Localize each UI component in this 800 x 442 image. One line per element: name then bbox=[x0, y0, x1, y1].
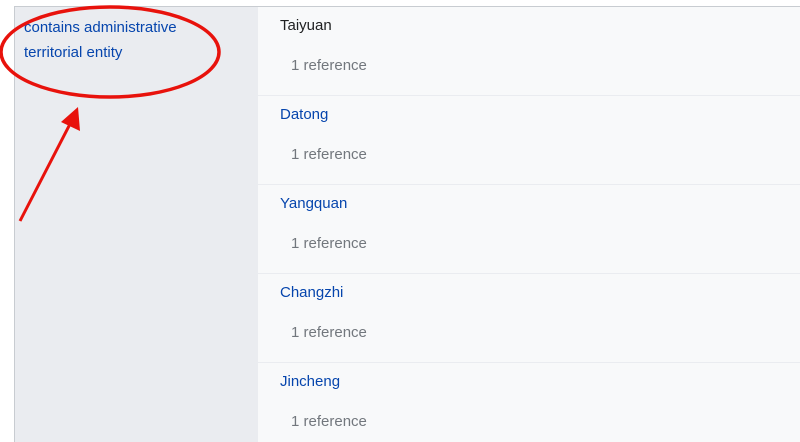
statement-row: Taiyuan 1 reference bbox=[258, 7, 800, 96]
value-link[interactable]: Taiyuan bbox=[280, 17, 332, 34]
references-toggle[interactable]: 1 reference bbox=[291, 235, 367, 252]
value-link[interactable]: Yangquan bbox=[280, 195, 347, 212]
references-toggle[interactable]: 1 reference bbox=[291, 146, 367, 163]
wikidata-statement-group: contains administrative territorial enti… bbox=[0, 0, 800, 442]
references-toggle[interactable]: 1 reference bbox=[291, 324, 367, 341]
statement-row: Changzhi 1 reference bbox=[258, 274, 800, 363]
property-link[interactable]: contains administrative territorial enti… bbox=[24, 15, 224, 65]
references-toggle[interactable]: 1 reference bbox=[291, 413, 367, 430]
statement-row: Yangquan 1 reference bbox=[258, 185, 800, 274]
references-toggle[interactable]: 1 reference bbox=[291, 57, 367, 74]
value-link[interactable]: Jincheng bbox=[280, 373, 340, 390]
statement-row: Jincheng 1 reference bbox=[258, 363, 800, 442]
property-column: contains administrative territorial enti… bbox=[15, 7, 258, 442]
value-link[interactable]: Datong bbox=[280, 106, 328, 123]
values-column: Taiyuan 1 reference Datong 1 reference Y… bbox=[258, 7, 800, 442]
value-link[interactable]: Changzhi bbox=[280, 284, 343, 301]
statement-row: Datong 1 reference bbox=[258, 96, 800, 185]
